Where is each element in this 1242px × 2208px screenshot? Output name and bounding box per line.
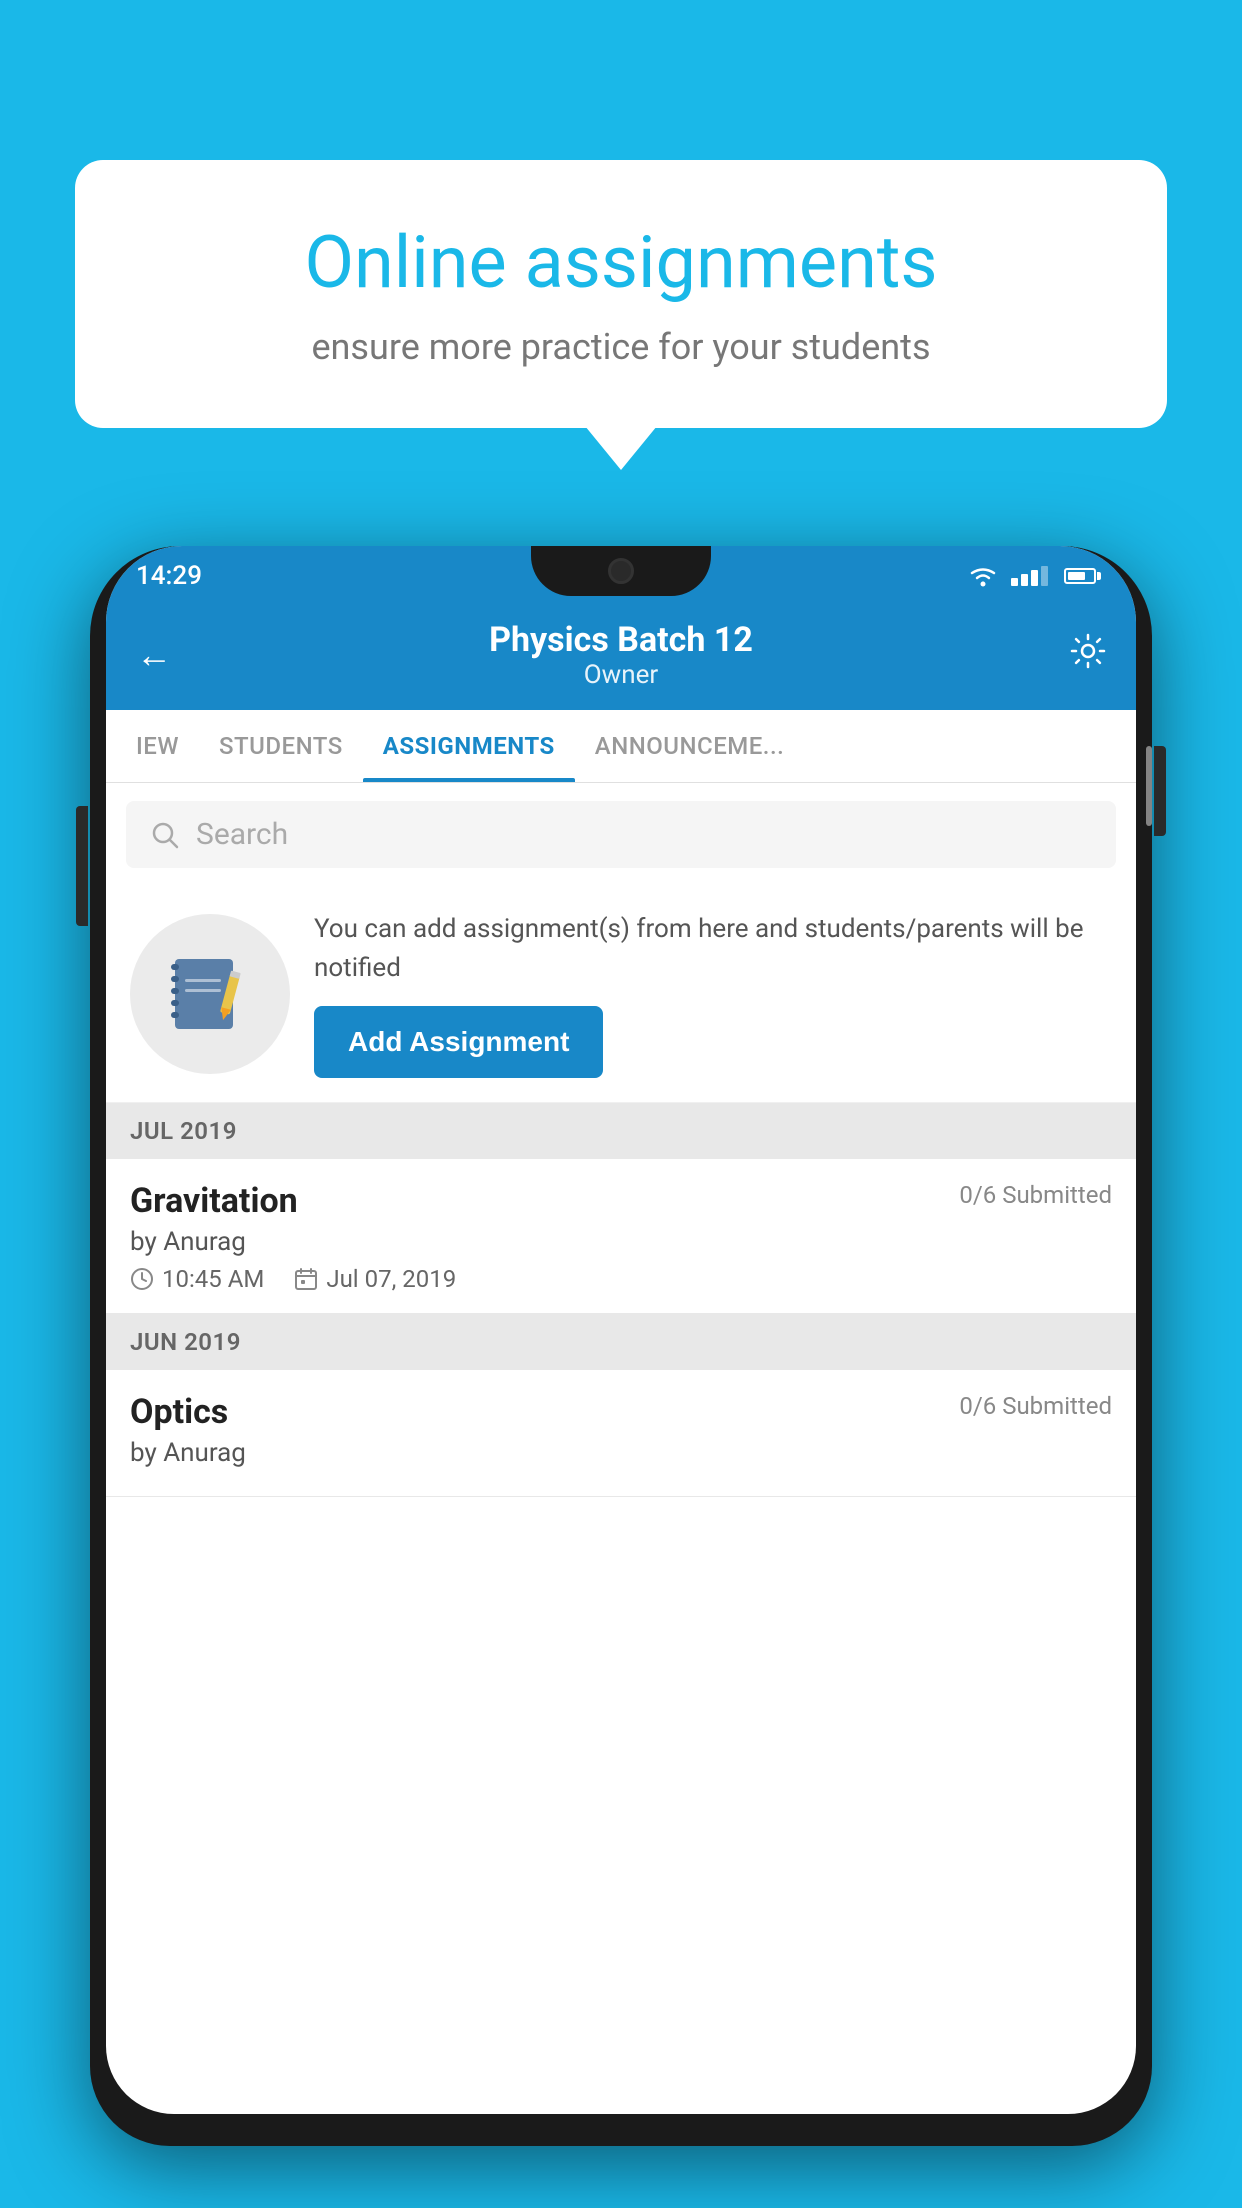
- assignment-time-value: 10:45 AM: [162, 1265, 264, 1293]
- assignment-row-top: Gravitation 0/6 Submitted: [130, 1181, 1112, 1221]
- tab-announcements[interactable]: ANNOUNCEME...: [575, 710, 805, 782]
- phone-notch: [531, 546, 711, 596]
- assignment-by-optics: by Anurag: [130, 1438, 1112, 1468]
- assignment-submitted-optics: 0/6 Submitted: [959, 1392, 1112, 1420]
- assignment-name: Gravitation: [130, 1181, 298, 1221]
- assignment-time: 10:45 AM: [130, 1265, 264, 1293]
- assignment-date: Jul 07, 2019: [294, 1265, 456, 1293]
- gear-icon: [1070, 633, 1106, 669]
- speech-bubble-subtitle: ensure more practice for your students: [145, 326, 1097, 368]
- notebook-icon: [165, 949, 255, 1039]
- search-icon: [150, 820, 180, 850]
- section-header-jul: JUL 2019: [106, 1103, 1136, 1159]
- scroll-indicator: [1146, 746, 1152, 826]
- wifi-icon: [967, 565, 999, 587]
- status-icons: [967, 565, 1096, 587]
- search-bar[interactable]: Search: [126, 801, 1116, 868]
- promo-description: You can add assignment(s) from here and …: [314, 910, 1112, 988]
- assignment-name-optics: Optics: [130, 1392, 228, 1432]
- battery-icon: [1064, 568, 1096, 584]
- phone-outer: 14:29: [90, 546, 1152, 2146]
- section-header-jun: JUN 2019: [106, 1314, 1136, 1370]
- calendar-icon: [294, 1267, 318, 1291]
- assignment-row-top-optics: Optics 0/6 Submitted: [130, 1392, 1112, 1432]
- assignment-by: by Anurag: [130, 1227, 1112, 1257]
- assignment-item-optics[interactable]: Optics 0/6 Submitted by Anurag: [106, 1370, 1136, 1497]
- app-header: ← Physics Batch 12 Owner: [106, 606, 1136, 710]
- phone-camera: [608, 558, 634, 584]
- header-title: Physics Batch 12: [489, 620, 753, 660]
- assignment-meta: 10:45 AM Jul 07, 2019: [130, 1265, 1112, 1293]
- search-input[interactable]: Search: [196, 817, 288, 852]
- promo-section: You can add assignment(s) from here and …: [106, 886, 1136, 1103]
- tab-iew[interactable]: IEW: [116, 710, 199, 782]
- back-button[interactable]: ←: [136, 634, 172, 676]
- search-container: Search: [106, 783, 1136, 886]
- settings-button[interactable]: [1070, 633, 1106, 678]
- promo-content: You can add assignment(s) from here and …: [314, 910, 1112, 1078]
- speech-bubble-title: Online assignments: [145, 220, 1097, 306]
- tab-students[interactable]: STUDENTS: [199, 710, 363, 782]
- clock-icon: [130, 1267, 154, 1291]
- signal-icon: [1011, 566, 1048, 586]
- tabs-bar: IEW STUDENTS ASSIGNMENTS ANNOUNCEME...: [106, 710, 1136, 783]
- assignment-date-value: Jul 07, 2019: [326, 1265, 456, 1293]
- speech-bubble: Online assignments ensure more practice …: [75, 160, 1167, 428]
- assignment-submitted: 0/6 Submitted: [959, 1181, 1112, 1209]
- phone-screen: 14:29: [106, 546, 1136, 2114]
- status-time: 14:29: [136, 561, 202, 591]
- promo-icon-circle: [130, 914, 290, 1074]
- add-assignment-button[interactable]: Add Assignment: [314, 1006, 603, 1078]
- phone-wrapper: 14:29: [90, 530, 1152, 2208]
- header-subtitle: Owner: [489, 660, 753, 690]
- tab-assignments[interactable]: ASSIGNMENTS: [363, 710, 575, 782]
- speech-bubble-container: Online assignments ensure more practice …: [75, 160, 1167, 428]
- assignment-item-gravitation[interactable]: Gravitation 0/6 Submitted by Anurag 10:4…: [106, 1159, 1136, 1314]
- header-title-group: Physics Batch 12 Owner: [489, 620, 753, 690]
